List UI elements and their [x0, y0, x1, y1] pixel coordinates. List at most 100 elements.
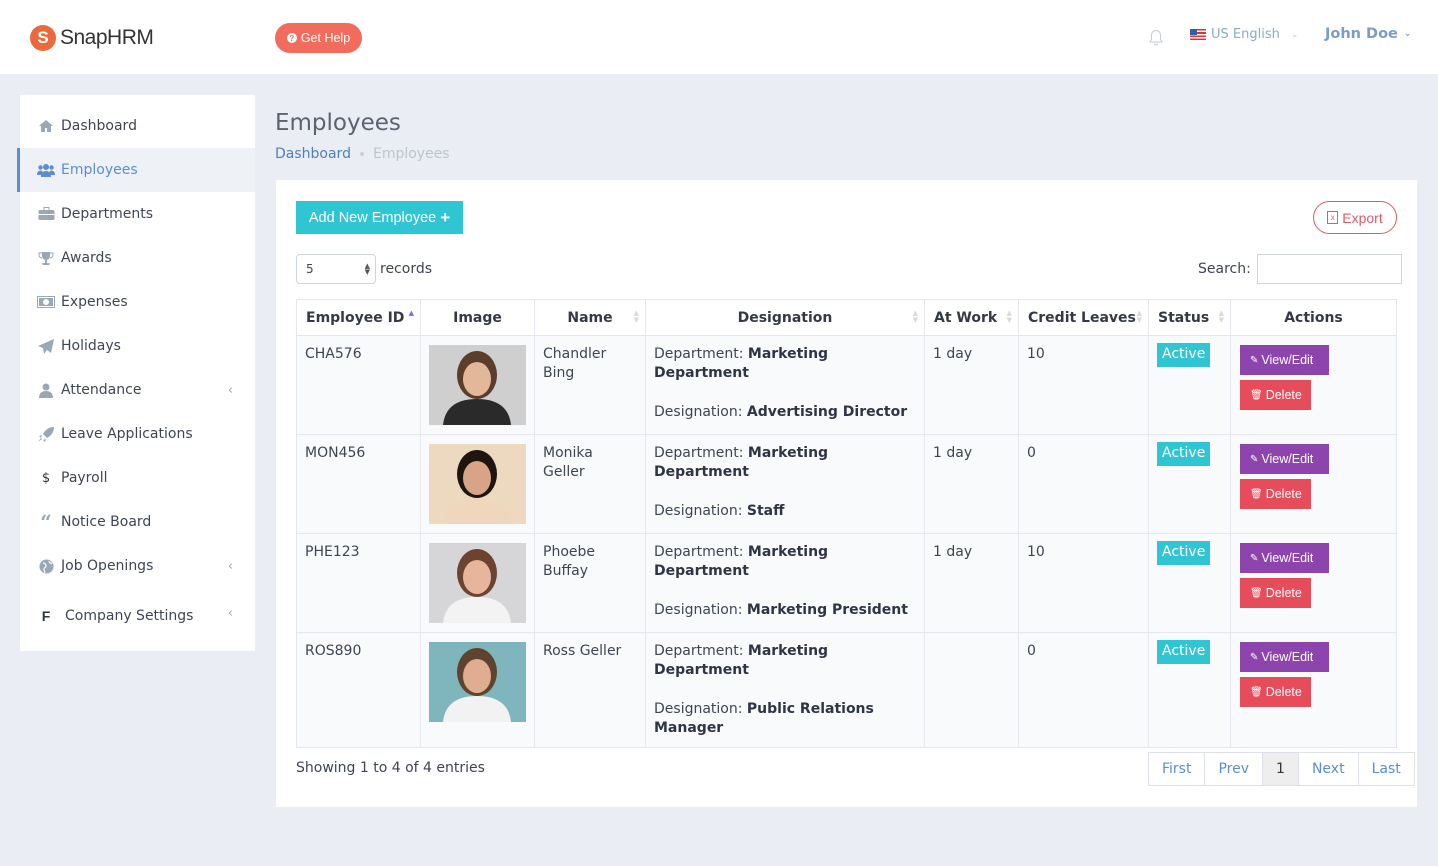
sidebar-item-attendance[interactable]: Attendance ‹: [20, 368, 255, 412]
view-edit-button[interactable]: ✎ View/Edit: [1240, 642, 1329, 672]
pagination: First Prev 1 Next Last: [1148, 752, 1415, 786]
add-new-employee-button[interactable]: Add New Employee +: [296, 201, 463, 234]
records-label: records: [380, 261, 433, 277]
export-label: Export: [1342, 209, 1383, 226]
question-circle-icon: ?: [286, 33, 297, 43]
column-label: Employee ID: [306, 309, 405, 326]
employee-designation-cell: Department: Marketing Department Designa…: [645, 533, 925, 633]
records-per-page-select[interactable]: 5 ▲ ▼: [296, 254, 376, 284]
sort-icon: ▲ ▼: [633, 309, 639, 324]
export-button[interactable]: x Export: [1313, 201, 1397, 234]
column-header-designation[interactable]: Designation ▲ ▼: [645, 299, 925, 336]
sidebar-item-label: Payroll: [61, 470, 108, 486]
trash-icon: 🗑: [1250, 686, 1263, 698]
column-header-name[interactable]: Name ▲ ▼: [534, 299, 646, 336]
dollar-icon: $: [41, 470, 51, 486]
sidebar-item-holidays[interactable]: Holidays: [20, 324, 255, 368]
table-row: MON456 Monika Geller Department: Marketi…: [296, 434, 1397, 534]
view-edit-button[interactable]: ✎ View/Edit: [1240, 345, 1329, 375]
designation-value: Advertising Director: [746, 404, 908, 420]
department-prefix: Department:: [654, 346, 744, 362]
at-work-cell: [924, 632, 1019, 748]
department-line: Department: Marketing Department: [654, 642, 916, 680]
pagination-last[interactable]: Last: [1358, 753, 1414, 785]
sidebar-item-leave-applications[interactable]: Leave Applications: [20, 412, 255, 456]
department-prefix: Department:: [654, 544, 744, 560]
trash-icon: 🗑: [1250, 587, 1263, 599]
pagination-prev[interactable]: Prev: [1205, 753, 1264, 785]
credit-leaves-cell: 10: [1018, 533, 1149, 633]
pagination-next[interactable]: Next: [1298, 753, 1359, 785]
sidebar-item-notice-board[interactable]: “ Notice Board: [20, 500, 255, 544]
table-row: PHE123 Phoebe Buffay Department: Marketi…: [296, 533, 1397, 633]
sidebar-item-dashboard[interactable]: Dashboard: [20, 104, 255, 148]
get-help-button[interactable]: ? Get Help: [275, 23, 362, 53]
breadcrumb-dashboard-link[interactable]: Dashboard: [275, 146, 351, 162]
view-edit-label: View/Edit: [1261, 650, 1314, 664]
sidebar-item-payroll[interactable]: $ Payroll: [20, 456, 255, 500]
briefcase-icon: [37, 206, 55, 222]
delete-button[interactable]: 🗑 Delete: [1240, 380, 1311, 410]
column-header-status[interactable]: Status ▲ ▼: [1148, 299, 1231, 336]
column-header-at-work[interactable]: At Work ▲ ▼: [924, 299, 1019, 336]
column-label: Credit Leaves: [1028, 309, 1136, 326]
designation-line: Designation: Staff: [654, 502, 916, 521]
user-icon: [37, 382, 55, 398]
globe-icon: [37, 558, 55, 574]
sidebar-item-label: Dashboard: [61, 118, 137, 134]
snaphrm-logo-icon: S: [30, 25, 56, 51]
notification-bell-icon[interactable]: [1148, 29, 1164, 47]
chevron-down-icon: ⌄: [1403, 29, 1412, 39]
designation-line: Designation: Public Relations Manager: [654, 700, 916, 738]
sort-icon: ▲ ▼: [1006, 309, 1012, 324]
delete-button[interactable]: 🗑 Delete: [1240, 479, 1311, 509]
sidebar-item-label: Company Settings: [65, 608, 194, 624]
employee-name-cell: Ross Geller: [534, 632, 646, 748]
column-label: Image: [453, 309, 502, 326]
employee-id-cell: PHE123: [296, 533, 421, 633]
home-icon: [37, 118, 55, 134]
delete-button[interactable]: 🗑 Delete: [1240, 578, 1311, 608]
language-label: US English: [1211, 27, 1280, 42]
language-selector[interactable]: US English ⌄: [1190, 27, 1298, 42]
column-header-employee-id[interactable]: Employee ID ▲: [296, 299, 421, 336]
sidebar-item-label: Leave Applications: [61, 426, 193, 442]
pagination-first[interactable]: First: [1149, 753, 1206, 785]
pagination-page-1[interactable]: 1: [1263, 753, 1299, 785]
designation-line: Designation: Advertising Director: [654, 403, 916, 422]
sidebar-item-expenses[interactable]: Expenses: [20, 280, 255, 324]
user-menu[interactable]: John Doe ⌄: [1325, 26, 1411, 42]
money-icon: [37, 294, 55, 310]
brand-logo[interactable]: S SnapHRM: [30, 25, 154, 51]
table-header-row: Employee ID ▲ Image Name ▲ ▼ Designation ▲ ▼ …: [296, 299, 1397, 336]
plus-icon: +: [440, 207, 451, 227]
sidebar-item-label: Employees: [61, 162, 138, 178]
sidebar-item-employees[interactable]: Employees: [17, 148, 255, 192]
view-edit-button[interactable]: ✎ View/Edit: [1240, 444, 1329, 474]
view-edit-button[interactable]: ✎ View/Edit: [1240, 543, 1329, 573]
column-header-actions: Actions: [1230, 299, 1397, 336]
sidebar-item-departments[interactable]: Departments: [20, 192, 255, 236]
at-work-cell: 1 day: [924, 434, 1019, 534]
delete-button[interactable]: 🗑 Delete: [1240, 677, 1311, 707]
status-badge: Active: [1157, 541, 1211, 565]
department-line: Department: Marketing Department: [654, 345, 916, 383]
credit-leaves-cell: 10: [1018, 335, 1149, 435]
sidebar-item-job-openings[interactable]: Job Openings ‹: [20, 544, 255, 588]
page-title: Employees: [275, 110, 401, 136]
employee-image-cell: [420, 335, 535, 435]
breadcrumb-separator: [359, 152, 364, 156]
sidebar-item-label: Attendance: [61, 382, 142, 398]
f-letter-icon: F: [41, 608, 51, 624]
sidebar-item-awards[interactable]: Awards: [20, 236, 255, 280]
search-input[interactable]: [1256, 254, 1402, 284]
trash-icon: 🗑: [1250, 488, 1263, 500]
chevron-left-icon: ‹: [227, 605, 233, 621]
edit-icon: ✎: [1250, 354, 1259, 366]
edit-icon: ✎: [1250, 651, 1259, 663]
sidebar-item-company-settings[interactable]: F Company Settings ‹: [20, 588, 255, 644]
status-cell: Active: [1148, 632, 1231, 748]
excel-file-icon: x: [1327, 211, 1339, 224]
employee-photo: [429, 444, 526, 524]
column-header-credit-leaves[interactable]: Credit Leaves ▲ ▼: [1018, 299, 1149, 336]
